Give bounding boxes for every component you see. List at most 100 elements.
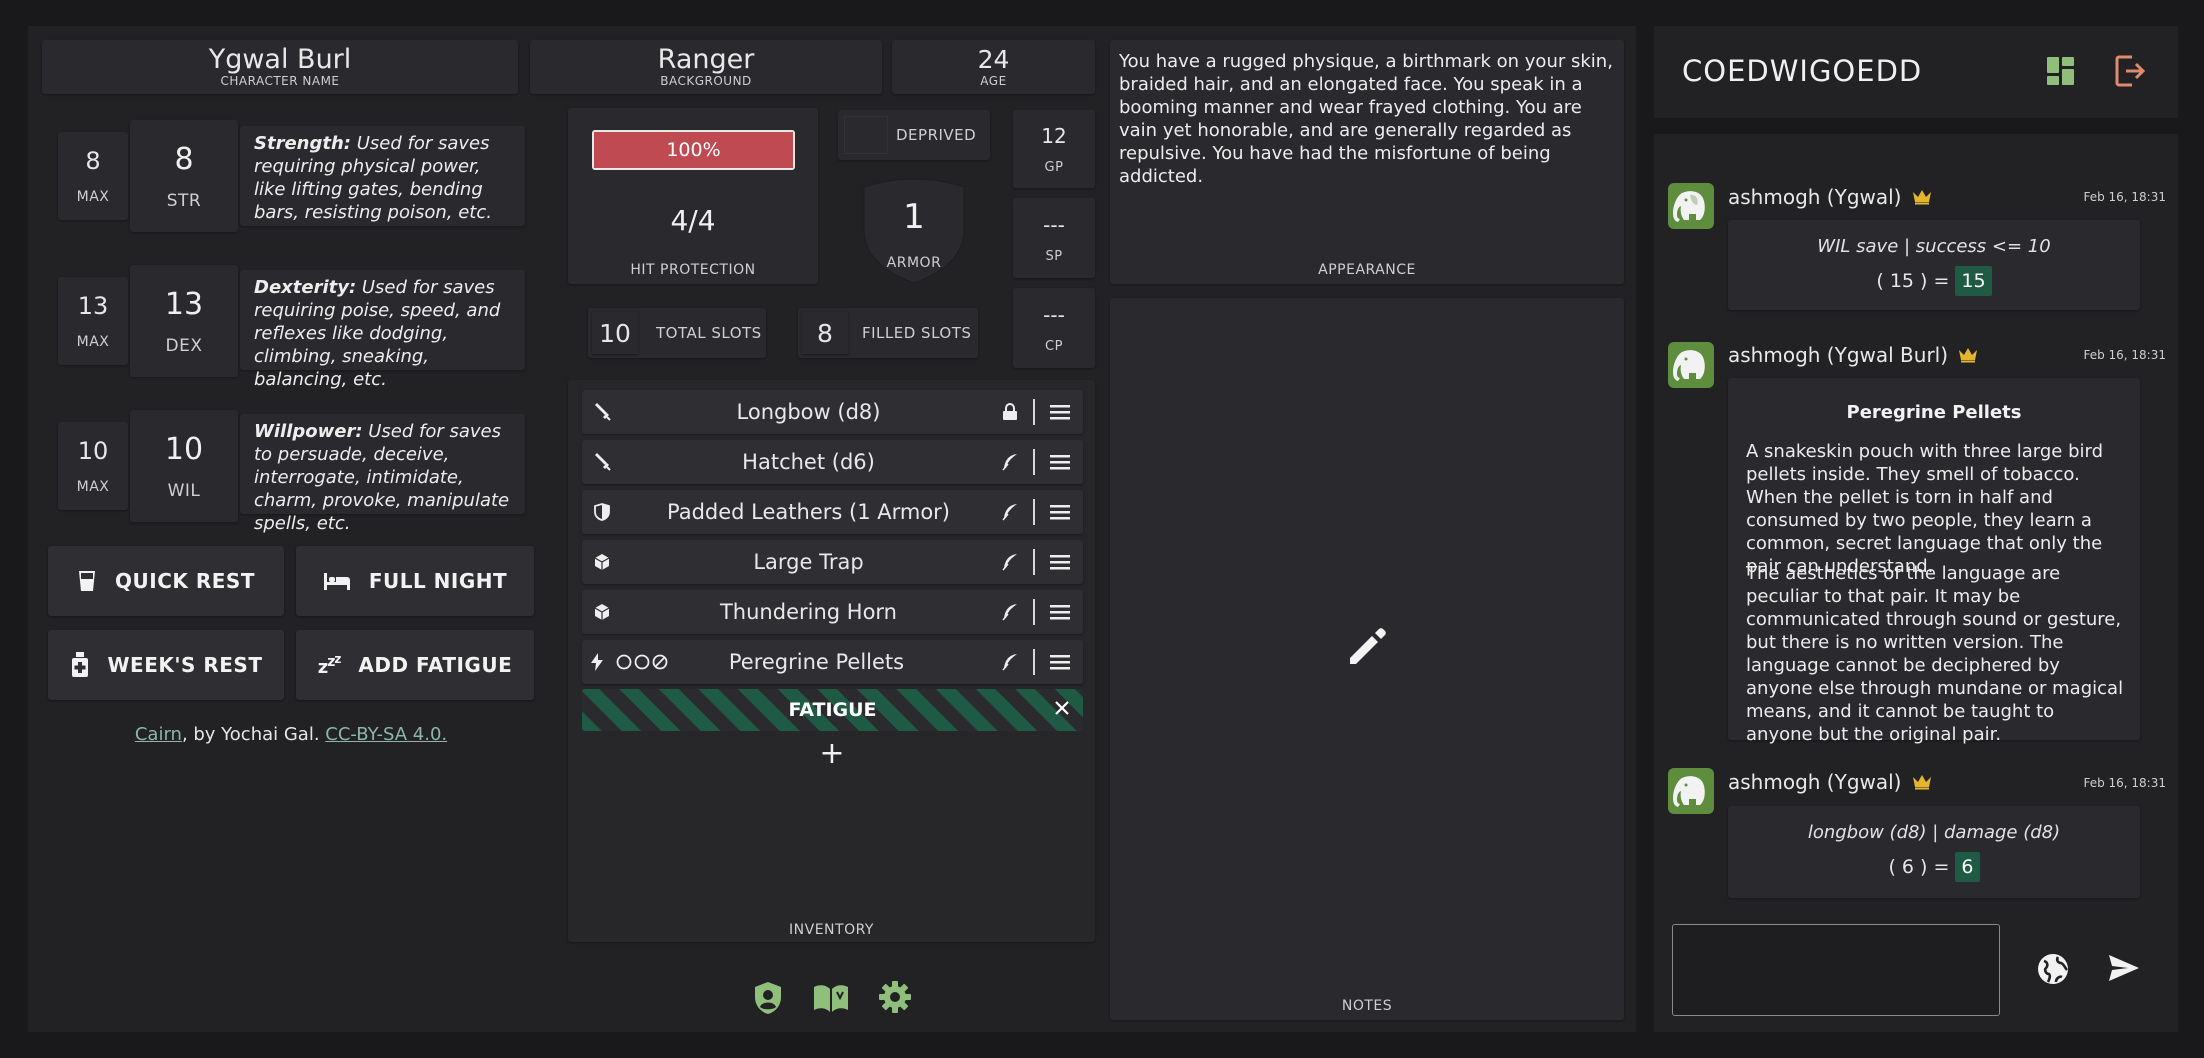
hp-bar[interactable]: 100% [592, 130, 795, 170]
str-value-box[interactable]: 8 STR [130, 120, 238, 232]
crown-icon [1959, 348, 1978, 363]
inventory-item[interactable]: Hatchet (d6) [582, 440, 1083, 484]
close-icon[interactable] [1053, 699, 1071, 721]
gp-label: GP [1044, 159, 1064, 175]
avatar[interactable] [1668, 768, 1714, 814]
roll-result: 6 [1955, 852, 1980, 882]
dex-label: DEX [165, 335, 203, 356]
appearance-text: You have a rugged physique, a birthmark … [1119, 51, 1613, 187]
bolt-icon [582, 653, 612, 671]
character-shield-icon[interactable] [752, 980, 784, 1020]
license-link[interactable]: CC-BY-SA 4.0. [325, 724, 447, 745]
card-title: Peregrine Pellets [1846, 402, 2022, 423]
notes-panel[interactable]: NOTES [1110, 298, 1624, 1020]
feather-icon[interactable] [995, 453, 1025, 471]
message-time: Feb 16, 18:31 [2083, 348, 2166, 362]
inventory-item[interactable]: Longbow (d8) [582, 390, 1083, 434]
hamburger-menu-icon[interactable] [1045, 554, 1075, 570]
dex-value-box[interactable]: 13 DEX [130, 265, 238, 377]
hamburger-menu-icon[interactable] [1045, 454, 1075, 470]
divider [1033, 449, 1035, 475]
character-name-caption: CHARACTER NAME [220, 74, 340, 88]
avatar[interactable] [1668, 183, 1714, 229]
dashboard-icon[interactable] [2046, 56, 2076, 90]
deprived-label: DEPRIVED [896, 126, 977, 144]
appearance-panel[interactable]: You have a rugged physique, a birthmark … [1110, 40, 1624, 284]
wil-max-box[interactable]: 10 MAX [58, 422, 128, 510]
inventory-item[interactable]: Padded Leathers (1 Armor) [582, 490, 1083, 534]
add-fatigue-button[interactable]: zzz ADD FATIGUE [296, 630, 534, 700]
crown-icon [1912, 775, 1931, 790]
fatigue-label: FATIGUE [788, 699, 877, 721]
globe-icon[interactable] [2036, 952, 2070, 990]
full-night-button[interactable]: FULL NIGHT [296, 546, 534, 616]
item-name: Hatchet (d6) [742, 450, 875, 474]
card-paragraph: The aesthetics of the language are pecul… [1746, 563, 2124, 745]
chat-title: COEDWIGOEDD [1682, 54, 1923, 88]
item-name: Large Trap [753, 550, 864, 574]
roll-result-row: ( 15 ) = 15 [1728, 266, 2140, 296]
hp-percent: 100% [666, 139, 721, 161]
pencil-icon[interactable] [1346, 624, 1390, 672]
quick-rest-button[interactable]: QUICK REST [48, 546, 284, 616]
character-name-box[interactable]: Ygwal Burl CHARACTER NAME [42, 40, 518, 94]
add-item-button[interactable]: + [812, 736, 852, 772]
chat-input[interactable] [1672, 924, 2000, 1016]
divider [1033, 599, 1035, 625]
gear-icon[interactable] [878, 980, 912, 1018]
sword-icon [582, 453, 622, 471]
deprived-checkbox[interactable] [844, 116, 888, 154]
dex-description: Dexterity: Used for saves requiring pois… [240, 270, 525, 390]
card-paragraph: A snakeskin pouch with three large bird … [1746, 441, 2104, 577]
inventory-item[interactable]: Peregrine Pellets [582, 640, 1083, 684]
hamburger-menu-icon[interactable] [1045, 654, 1075, 670]
hamburger-menu-icon[interactable] [1045, 604, 1075, 620]
background-caption: BACKGROUND [660, 74, 752, 88]
roll-card: longbow (d8) | damage (d8) ( 6 ) = 6 [1728, 806, 2140, 898]
inventory-item[interactable]: Large Trap [582, 540, 1083, 584]
hit-protection-box: 100% 4/4 HIT PROTECTION [568, 108, 818, 284]
feather-icon[interactable] [995, 603, 1025, 621]
shield-icon [582, 503, 622, 521]
cube-icon [582, 553, 622, 571]
feather-icon[interactable] [995, 653, 1025, 671]
hp-value[interactable]: 4/4 [568, 204, 818, 237]
cube-icon [582, 603, 622, 621]
message-time: Feb 16, 18:31 [2083, 776, 2166, 790]
logout-icon[interactable] [2114, 54, 2146, 92]
background-value: Ranger [657, 44, 755, 75]
roll-result: 15 [1955, 266, 1992, 296]
sp-label: SP [1045, 248, 1063, 264]
feather-icon[interactable] [995, 503, 1025, 521]
hamburger-menu-icon[interactable] [1045, 504, 1075, 520]
hamburger-menu-icon[interactable] [1045, 404, 1075, 420]
feather-icon[interactable] [995, 553, 1025, 571]
gp-box[interactable]: 12 GP [1013, 110, 1095, 188]
roll-result-row: ( 6 ) = 6 [1728, 852, 2140, 882]
armor-box[interactable]: 1 ARMOR [858, 175, 970, 287]
message-author: ashmogh (Ygwal) [1728, 185, 1932, 209]
book-icon[interactable] [812, 982, 850, 1018]
sp-box[interactable]: --- SP [1013, 198, 1095, 278]
sleep-icon: zzz [317, 652, 342, 678]
elephant-icon [1673, 350, 1705, 381]
avatar[interactable] [1668, 342, 1714, 388]
weeks-rest-label: WEEK'S REST [107, 653, 263, 677]
weeks-rest-button[interactable]: WEEK'S REST [48, 630, 284, 700]
fatigue-item[interactable]: FATIGUE [582, 689, 1083, 731]
roll-label: WIL save | success <= 10 [1817, 236, 2051, 257]
dex-max-box[interactable]: 13 MAX [58, 277, 128, 365]
str-max-box[interactable]: 8 MAX [58, 132, 128, 220]
wil-value-box[interactable]: 10 WIL [130, 410, 238, 522]
cp-box[interactable]: --- CP [1013, 288, 1095, 368]
divider [1033, 499, 1035, 525]
send-icon[interactable] [2108, 954, 2140, 986]
inventory-item[interactable]: Thundering Horn [582, 590, 1083, 634]
age-box[interactable]: 24 AGE [892, 40, 1095, 94]
deprived-toggle[interactable]: DEPRIVED [838, 110, 990, 160]
cairn-link[interactable]: Cairn [135, 724, 182, 745]
divider [1033, 649, 1035, 675]
background-box[interactable]: Ranger BACKGROUND [530, 40, 882, 94]
lock-icon[interactable] [995, 403, 1025, 421]
item-name: Longbow (d8) [736, 400, 881, 424]
